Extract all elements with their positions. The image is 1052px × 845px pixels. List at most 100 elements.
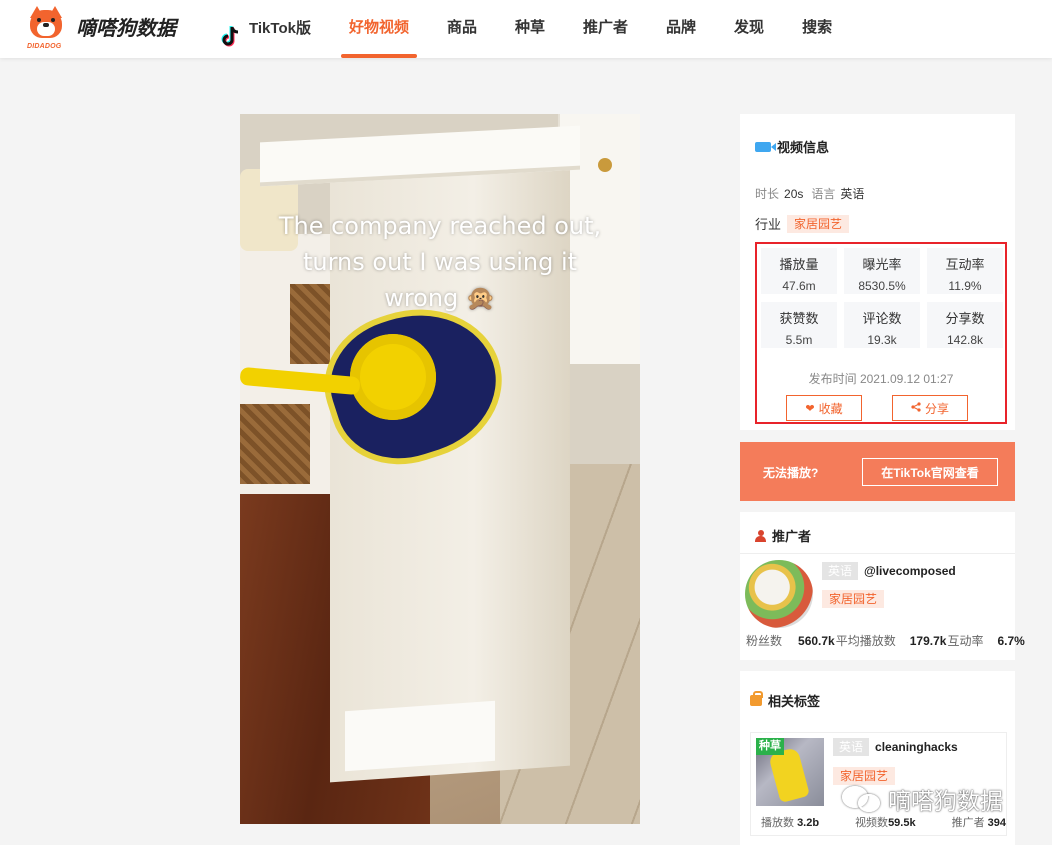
video-door-knob xyxy=(598,158,612,172)
fans-value: 560.7k xyxy=(798,634,835,648)
watermark-text: 嘀嗒狗数据 xyxy=(888,789,1003,815)
avatar[interactable] xyxy=(745,560,813,628)
wechat-icon xyxy=(842,784,882,814)
promoter-category: 家居园艺 xyxy=(822,590,885,608)
stat-exposure: 曝光率 8530.5% xyxy=(844,248,920,294)
promoter-language-tag: 英语 xyxy=(822,562,859,580)
stat-value: 19.3k xyxy=(867,333,897,347)
stat-label: 播放量 xyxy=(779,257,819,272)
video-meta-row: 时长 20s 语言 英语 xyxy=(755,185,872,202)
glove-image xyxy=(768,746,810,804)
stat-label: 分享数 xyxy=(945,311,985,326)
industry-row: 行业 家居园艺 xyxy=(755,214,850,233)
favorite-button[interactable]: ❤ 收藏 xyxy=(786,395,862,421)
shiba-logo-icon: DIDADOG xyxy=(26,6,66,50)
avg-play-value: 179.7k xyxy=(909,634,947,648)
stat-label: 评论数 xyxy=(862,311,902,326)
caption-line: turns out I was using it xyxy=(302,248,578,276)
video-count-label: 视频数 xyxy=(855,817,889,829)
stat-value: 5.5m xyxy=(785,333,813,347)
related-tags-panel: 相关标签 种草 英语 cleaninghacks 家居园艺 播放数 3.2b 视… xyxy=(740,671,1015,845)
promoter-panel: 推广者 英语 @livecomposed 家居园艺 粉丝数 560.7k平均播放数… xyxy=(740,512,1025,660)
avg-play-label: 平均播放数 xyxy=(835,634,896,648)
stat-comments: 评论数 19.3k xyxy=(844,302,920,348)
promoter-handle[interactable]: @livecomposed xyxy=(864,564,956,578)
video-info-title: 视频信息 xyxy=(755,137,829,156)
duration-value: 20s xyxy=(784,187,804,201)
tag-language: 英语 xyxy=(833,738,870,756)
stat-label: 互动率 xyxy=(945,257,985,272)
video-info-panel: 视频信息 时长 20s 语言 英语 行业 家居园艺 播放量 47.6m 曝光率 853… xyxy=(740,114,1015,430)
stat-value: 11.9% xyxy=(948,279,982,293)
caption-line: wrong 🙊 xyxy=(384,284,496,312)
video-player[interactable]: The company reached out, turns out I was… xyxy=(240,114,640,824)
tag-stats: 播放数 3.2b 视频数59.5k 推广者 394 xyxy=(761,814,1006,830)
promoter-count-label: 推广者 xyxy=(951,817,985,829)
view-on-tiktok-button[interactable]: 在TikTok官网查看 xyxy=(862,458,998,486)
stat-value: 8530.5% xyxy=(858,279,906,293)
stat-engagement: 互动率 11.9% xyxy=(927,248,1003,294)
caption-line: The company reached out, xyxy=(278,212,602,240)
video-mop-disc xyxy=(350,334,436,420)
divider xyxy=(740,553,1015,554)
nav-search[interactable]: 搜索 xyxy=(783,0,851,58)
tag-play-stat: 播放数 3.2b xyxy=(761,814,819,830)
cannot-play-text: 无法播放? xyxy=(763,466,819,480)
video-caption: The company reached out, turns out I was… xyxy=(240,208,640,316)
publish-time: 发布时间 2021.09.12 01:27 xyxy=(808,372,954,386)
heart-icon: ❤ xyxy=(805,402,815,415)
nav-promoters[interactable]: 推广者 xyxy=(564,0,647,58)
stat-value: 142.8k xyxy=(946,333,984,347)
nav-good-videos[interactable]: 好物视频 xyxy=(330,0,428,58)
tag-video-stat: 视频数59.5k xyxy=(855,814,916,830)
logo[interactable]: DIDADOG 嘀嗒狗数据 xyxy=(26,6,176,50)
tag-name[interactable]: cleaninghacks xyxy=(875,740,958,754)
logo-subtext: DIDADOG xyxy=(27,43,62,50)
tag-promoter-stat: 推广者 394 xyxy=(952,814,1006,830)
favorite-label: 收藏 xyxy=(818,401,843,416)
stats-highlight-box: 播放量 47.6m 曝光率 8530.5% 互动率 11.9% 获赞数 5.5m… xyxy=(755,242,1007,424)
tag-name-row: 英语 cleaninghacks xyxy=(833,738,958,756)
bag-icon xyxy=(750,691,763,706)
fans-label: 粉丝数 xyxy=(746,634,783,648)
share-icon xyxy=(911,401,921,415)
video-basket xyxy=(240,404,310,484)
engagement-label: 互动率 xyxy=(947,634,984,648)
logo-name: 嘀嗒狗数据 xyxy=(76,17,176,40)
watermark: 嘀嗒狗数据 xyxy=(842,782,1003,816)
video-baseboard xyxy=(345,700,495,772)
stat-value: 47.6m xyxy=(782,279,816,293)
nav-discover[interactable]: 发现 xyxy=(715,0,783,58)
nav-products[interactable]: 商品 xyxy=(428,0,496,58)
play-label: 播放数 xyxy=(761,817,794,829)
related-tags-title: 相关标签 xyxy=(750,691,820,710)
stat-label: 曝光率 xyxy=(862,257,902,272)
stat-label: 获赞数 xyxy=(779,311,819,326)
nav-tiktok-label: TikTok版 xyxy=(249,20,311,37)
stat-plays: 播放量 47.6m xyxy=(761,248,837,294)
video-count-value: 59.5k xyxy=(888,817,916,829)
main-nav: TikTok版 好物视频 商品 种草 推广者 品牌 发现 搜索 xyxy=(220,0,851,58)
video-info-title-text: 视频信息 xyxy=(777,140,830,155)
share-button[interactable]: 分享 xyxy=(892,395,968,421)
stat-shares: 分享数 142.8k xyxy=(927,302,1003,348)
top-header: DIDADOG 嘀嗒狗数据 TikTok版 好物视频 商品 种草 推广者 品牌 … xyxy=(0,0,1052,58)
language-label: 语言 xyxy=(811,187,836,201)
promoter-stats: 粉丝数 560.7k平均播放数 179.7k互动率 6.7% xyxy=(746,632,1026,649)
industry-tag[interactable]: 家居园艺 xyxy=(787,214,850,233)
stat-likes: 获赞数 5.5m xyxy=(761,302,837,348)
promoter-category-tag[interactable]: 家居园艺 xyxy=(822,590,885,608)
nav-seeding[interactable]: 种草 xyxy=(496,0,564,58)
duration-label: 时长 xyxy=(755,187,780,201)
engagement-value: 6.7% xyxy=(997,634,1025,648)
video-camera-icon xyxy=(755,141,776,152)
seeding-badge: 种草 xyxy=(756,738,784,755)
related-tags-title-text: 相关标签 xyxy=(768,694,821,709)
share-label: 分享 xyxy=(924,401,949,416)
cannot-play-banner: 无法播放? 在TikTok官网查看 xyxy=(740,442,1015,501)
tiktok-icon xyxy=(220,17,240,47)
nav-tiktok[interactable]: TikTok版 xyxy=(220,0,330,58)
promoter-count-value: 394 xyxy=(987,817,1006,829)
promoter-title-text: 推广者 xyxy=(772,529,812,544)
nav-brands[interactable]: 品牌 xyxy=(647,0,715,58)
